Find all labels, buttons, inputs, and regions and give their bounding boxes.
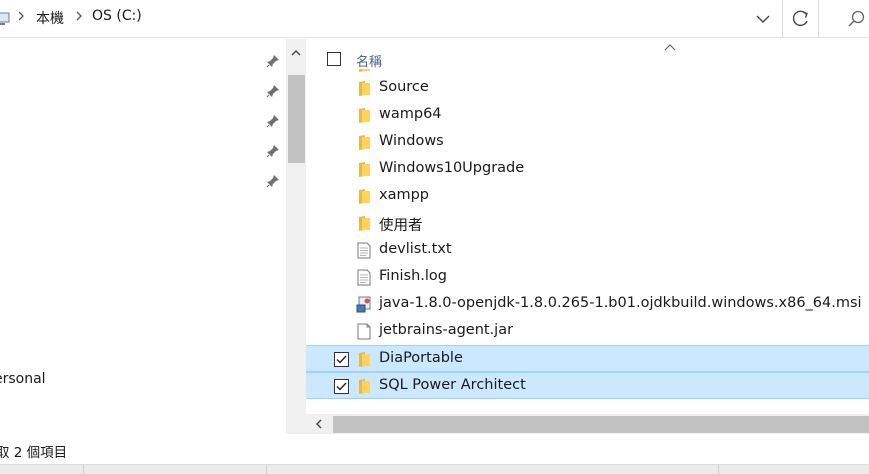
breadcrumb[interactable]: 本機 OS (C:) — [0, 0, 783, 38]
scroll-left-icon[interactable] — [312, 417, 326, 431]
chevron-down-icon — [756, 15, 770, 23]
folder-icon — [356, 378, 372, 395]
file-name: DiaPortable — [379, 350, 463, 366]
file-name: devlist.txt — [379, 241, 452, 257]
file-name: 使用者 — [379, 218, 423, 234]
file-row[interactable]: Finish.log — [306, 264, 869, 291]
breadcrumb-item-this-pc[interactable]: 本機 — [36, 8, 64, 28]
file-name: jetbrains-agent.jar — [379, 322, 514, 338]
row-checkbox[interactable] — [334, 379, 349, 394]
folder-icon — [356, 188, 372, 205]
scroll-up-icon[interactable] — [289, 46, 303, 60]
text-file-icon — [356, 269, 372, 286]
folder-icon — [356, 80, 372, 97]
file-name: SQL Power Architect — [379, 377, 526, 393]
file-row[interactable]: Windows — [306, 129, 869, 156]
scrollbar-corner — [286, 414, 306, 434]
nav-vertical-scrollbar[interactable] — [286, 39, 306, 434]
refresh-button[interactable] — [784, 0, 819, 38]
computer-icon — [0, 12, 10, 25]
file-row[interactable]: SQL Power Architect — [306, 372, 869, 399]
search-input[interactable] — [836, 0, 869, 38]
file-horizontal-scrollbar[interactable] — [306, 414, 869, 434]
file-row[interactable]: DiaPortable — [306, 345, 869, 372]
file-row[interactable]: Windows10Upgrade — [306, 156, 869, 183]
sort-ascending-icon — [664, 44, 676, 51]
pin-icon[interactable] — [266, 84, 280, 98]
file-name: Source — [379, 79, 429, 95]
file-row[interactable]: xampp — [306, 183, 869, 210]
file-name: Windows10Upgrade — [379, 160, 525, 176]
folder-icon — [356, 161, 372, 178]
selection-count: 取 2 個項目 — [0, 445, 68, 461]
file-row[interactable]: 使用者 — [306, 210, 869, 237]
folder-icon — [356, 107, 372, 124]
address-bar: 本機 OS (C:) — [0, 0, 869, 38]
column-header: 名稱 — [306, 39, 869, 70]
refresh-icon — [792, 10, 808, 27]
address-dropdown-button[interactable] — [750, 8, 776, 30]
bottom-edge — [0, 464, 869, 474]
file-row[interactable]: wamp64 — [306, 102, 869, 129]
navigation-pane: ersonal — [0, 39, 286, 434]
file-rows: RecoverySourcewamp64WindowsWindows10Upgr… — [306, 53, 869, 399]
pin-icon[interactable] — [266, 114, 280, 128]
scroll-thumb[interactable] — [288, 75, 305, 163]
file-list: RecoverySourcewamp64WindowsWindows10Upgr… — [306, 39, 869, 434]
file-name: xampp — [379, 187, 429, 203]
file-name: Windows — [379, 133, 444, 149]
installer-icon — [356, 296, 372, 313]
column-header-name[interactable]: 名稱 — [356, 51, 382, 70]
pin-icon[interactable] — [266, 54, 280, 68]
text-file-icon — [356, 242, 372, 259]
file-row[interactable]: Source — [306, 75, 869, 102]
file-row[interactable]: java-1.8.0-openjdk-1.8.0.265-1.b01.ojdkb… — [306, 291, 869, 318]
file-name: Finish.log — [379, 268, 447, 284]
file-row[interactable]: devlist.txt — [306, 237, 869, 264]
row-checkbox[interactable] — [334, 352, 349, 367]
chevron-right-icon[interactable] — [74, 10, 84, 25]
pin-icon[interactable] — [266, 174, 280, 188]
file-name: wamp64 — [379, 106, 442, 122]
search-icon — [848, 10, 865, 27]
nav-item-personal[interactable]: ersonal — [0, 371, 46, 387]
scroll-thumb[interactable] — [333, 416, 869, 433]
breadcrumb-item-os-c[interactable]: OS (C:) — [92, 8, 142, 24]
file-name: java-1.8.0-openjdk-1.8.0.265-1.b01.ojdkb… — [379, 295, 862, 311]
folder-icon — [356, 351, 372, 368]
pin-icon[interactable] — [266, 144, 280, 158]
folder-icon — [356, 134, 372, 151]
file-row[interactable]: jetbrains-agent.jar — [306, 318, 869, 345]
chevron-right-icon[interactable] — [16, 10, 26, 25]
folder-icon — [356, 215, 372, 232]
select-all-checkbox[interactable] — [327, 52, 341, 66]
file-icon — [356, 323, 372, 340]
